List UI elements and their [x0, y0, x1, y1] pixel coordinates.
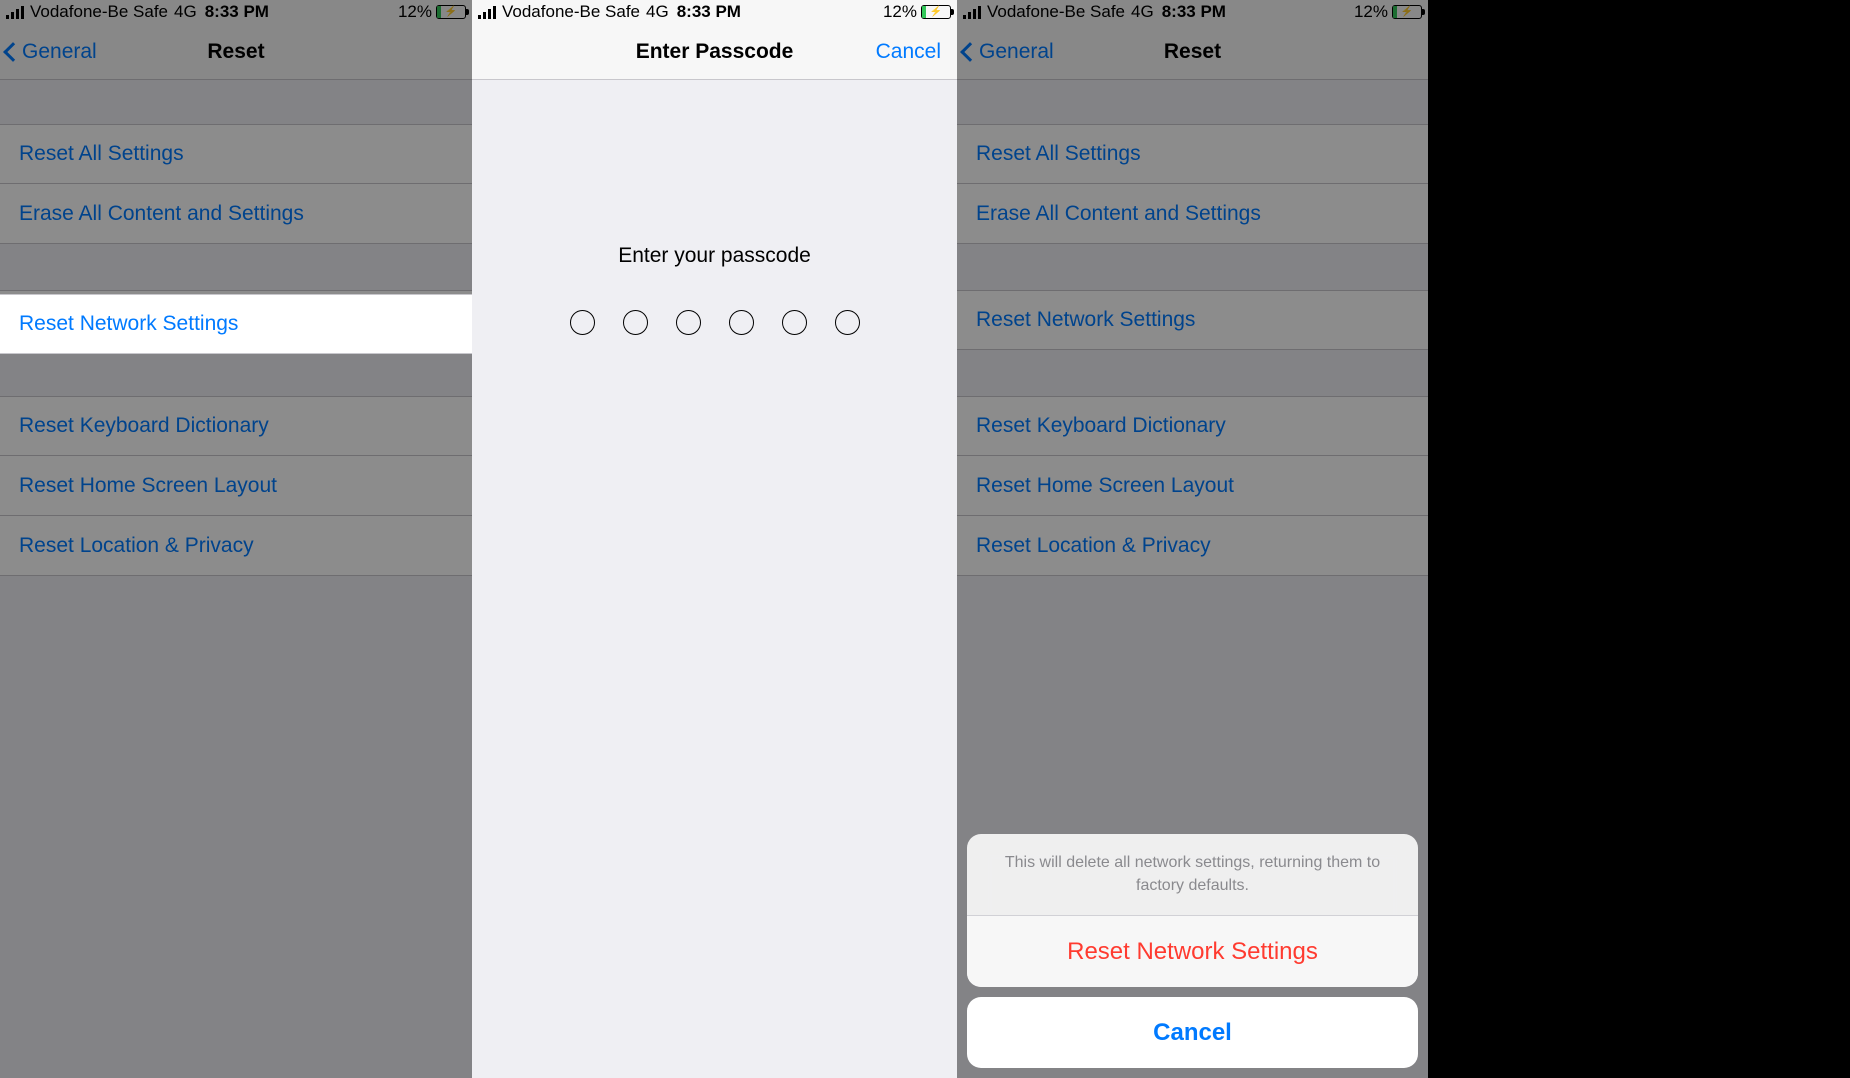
panel-reset-settings: Vodafone-Be Safe 4G 8:33 PM 12% ⚡ Genera…: [0, 0, 472, 1078]
battery-icon: ⚡: [921, 5, 951, 19]
passcode-dots[interactable]: [570, 310, 860, 335]
battery-pct: 12%: [883, 2, 917, 22]
reset-network-settings-highlight[interactable]: Reset Network Settings: [0, 294, 472, 354]
passcode-dot: [570, 310, 595, 335]
passcode-dot: [835, 310, 860, 335]
action-sheet: This will delete all network settings, r…: [957, 824, 1428, 1078]
status-bar: Vodafone-Be Safe 4G 8:33 PM 12% ⚡: [472, 0, 957, 24]
network-label: 4G: [646, 2, 669, 22]
action-sheet-cancel-button[interactable]: Cancel: [967, 997, 1418, 1068]
status-time: 8:33 PM: [677, 2, 741, 22]
panel-confirm-reset: Vodafone-Be Safe 4G 8:33 PM 12% ⚡ Genera…: [957, 0, 1428, 1078]
nav-bar: Enter Passcode Cancel: [472, 24, 957, 80]
confirm-reset-network-button[interactable]: Reset Network Settings: [967, 916, 1418, 987]
passcode-dot: [729, 310, 754, 335]
action-sheet-message: This will delete all network settings, r…: [967, 834, 1418, 916]
passcode-entry: Enter your passcode: [472, 80, 957, 1078]
page-title: Enter Passcode: [636, 40, 794, 64]
panel-enter-passcode: Vodafone-Be Safe 4G 8:33 PM 12% ⚡ Enter …: [472, 0, 957, 1078]
passcode-prompt: Enter your passcode: [618, 244, 811, 268]
passcode-dot: [676, 310, 701, 335]
dim-overlay: [0, 0, 472, 1078]
passcode-dot: [623, 310, 648, 335]
passcode-dot: [782, 310, 807, 335]
carrier-label: Vodafone-Be Safe: [502, 2, 640, 22]
signal-icon: [478, 5, 496, 19]
cancel-button[interactable]: Cancel: [876, 40, 941, 64]
